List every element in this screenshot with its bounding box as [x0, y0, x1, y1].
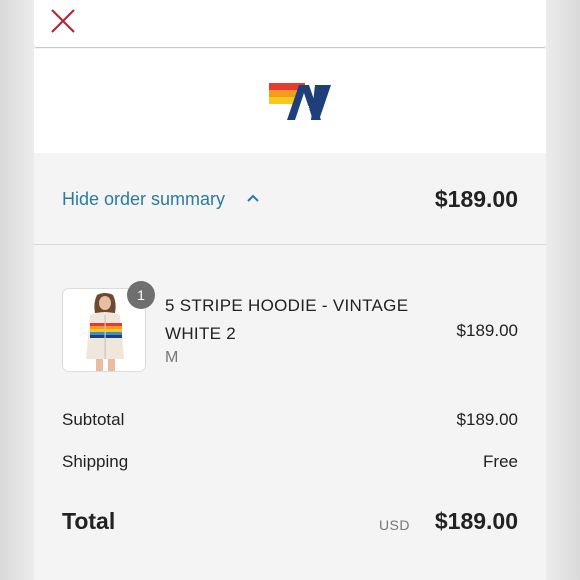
- shipping-row: Shipping Free: [62, 452, 518, 472]
- close-button[interactable]: [48, 6, 78, 36]
- order-summary-toggle[interactable]: Hide order summary $189.00: [34, 153, 546, 245]
- shipping-value: Free: [483, 452, 518, 471]
- brand-logo[interactable]: [269, 83, 337, 121]
- subtotal-row: Subtotal $189.00: [62, 410, 518, 430]
- subtotal-value: $189.00: [456, 410, 518, 429]
- line-item: 1 5 STRIPE HOODIE - VINTAGE WHITE 2 M $1…: [34, 281, 546, 378]
- product-name: 5 STRIPE HOODIE - VINTAGE WHITE 2: [165, 296, 409, 343]
- hide-order-summary-link[interactable]: Hide order summary: [62, 189, 225, 210]
- total-label: Total: [62, 508, 116, 534]
- quantity-badge: 1: [127, 281, 155, 309]
- total-row: Total USD $189.00: [62, 508, 518, 535]
- summary-total: $189.00: [434, 186, 518, 212]
- shipping-label: Shipping: [62, 452, 129, 471]
- brand-header: [34, 49, 546, 153]
- product-price: $189.00: [456, 321, 518, 340]
- total-amount: $189.00: [434, 508, 518, 534]
- checkout-panel: Hide order summary $189.00 1 5 STRIPE HO…: [34, 0, 546, 580]
- close-icon: [51, 9, 75, 33]
- top-bar: [34, 0, 546, 48]
- chevron-up-icon[interactable]: [246, 193, 260, 203]
- currency-code: USD: [378, 517, 410, 533]
- product-variant: M: [165, 349, 179, 366]
- subtotal-label: Subtotal: [62, 410, 125, 429]
